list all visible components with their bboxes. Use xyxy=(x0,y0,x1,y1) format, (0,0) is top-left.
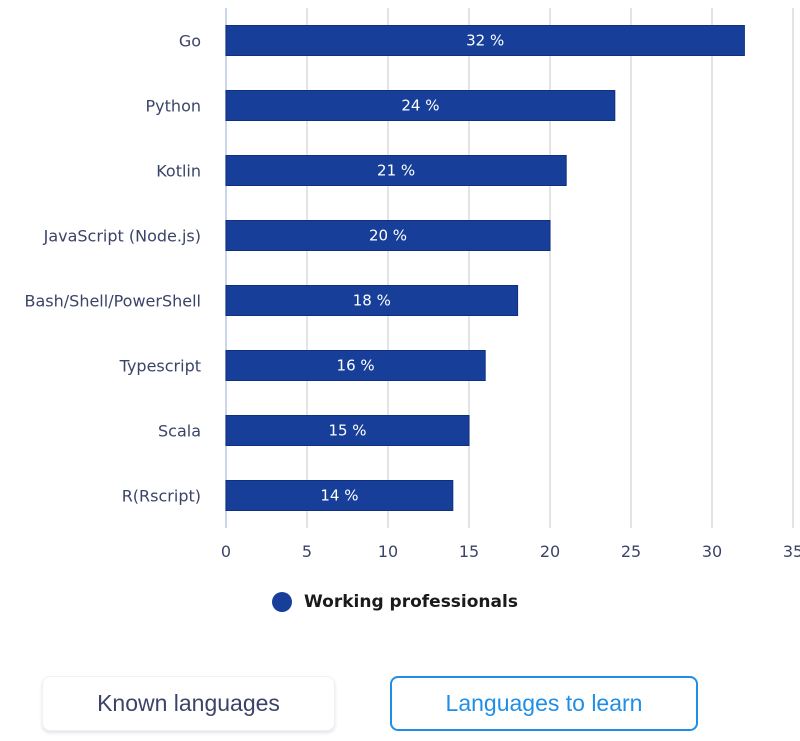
legend-marker-icon xyxy=(272,592,292,612)
legend[interactable]: Working professionals xyxy=(272,592,518,612)
data-label: 15 % xyxy=(328,422,366,440)
data-label: 14 % xyxy=(320,487,358,505)
data-label: 21 % xyxy=(377,162,415,180)
known-languages-button[interactable]: Known languages xyxy=(42,676,335,731)
x-tick-label: 20 xyxy=(540,542,560,561)
legend-label: Working professionals xyxy=(304,592,518,612)
bar-chart: 32 % 24 % 21 % 20 % 18 % 16 % 15 % 14 % Go Pytho… xyxy=(25,8,800,561)
category-label: Scala xyxy=(158,422,201,441)
category-label: Go xyxy=(179,32,201,51)
bars: 32 % 24 % 21 % 20 % 18 % 16 % 15 % 14 % xyxy=(225,25,745,511)
x-tick-label: 0 xyxy=(221,542,231,561)
x-tick-label: 30 xyxy=(702,542,722,561)
x-tick-label: 35 xyxy=(783,542,800,561)
category-labels: Go Python Kotlin JavaScript (Node.js) Bash/S… xyxy=(25,32,201,506)
languages-to-learn-button[interactable]: Languages to learn xyxy=(390,676,698,731)
category-label: Python xyxy=(146,97,201,116)
data-label: 24 % xyxy=(401,97,439,115)
x-tick-label: 5 xyxy=(302,542,312,561)
category-label: Typescript xyxy=(119,357,201,376)
category-label: Kotlin xyxy=(156,162,201,181)
grid-lines xyxy=(225,8,794,528)
data-label: 18 % xyxy=(353,292,391,310)
category-label: Bash/Shell/PowerShell xyxy=(25,292,201,311)
x-tick-label: 10 xyxy=(378,542,398,561)
data-label: 16 % xyxy=(337,357,375,375)
x-tick-label: 25 xyxy=(621,542,641,561)
x-tick-label: 15 xyxy=(459,542,479,561)
x-tick-labels: 0 5 10 15 20 25 30 35 xyxy=(221,542,800,561)
data-label: 32 % xyxy=(466,32,504,50)
category-label: JavaScript (Node.js) xyxy=(43,227,201,246)
category-label: R(Rscript) xyxy=(122,487,201,506)
data-label: 20 % xyxy=(369,227,407,245)
